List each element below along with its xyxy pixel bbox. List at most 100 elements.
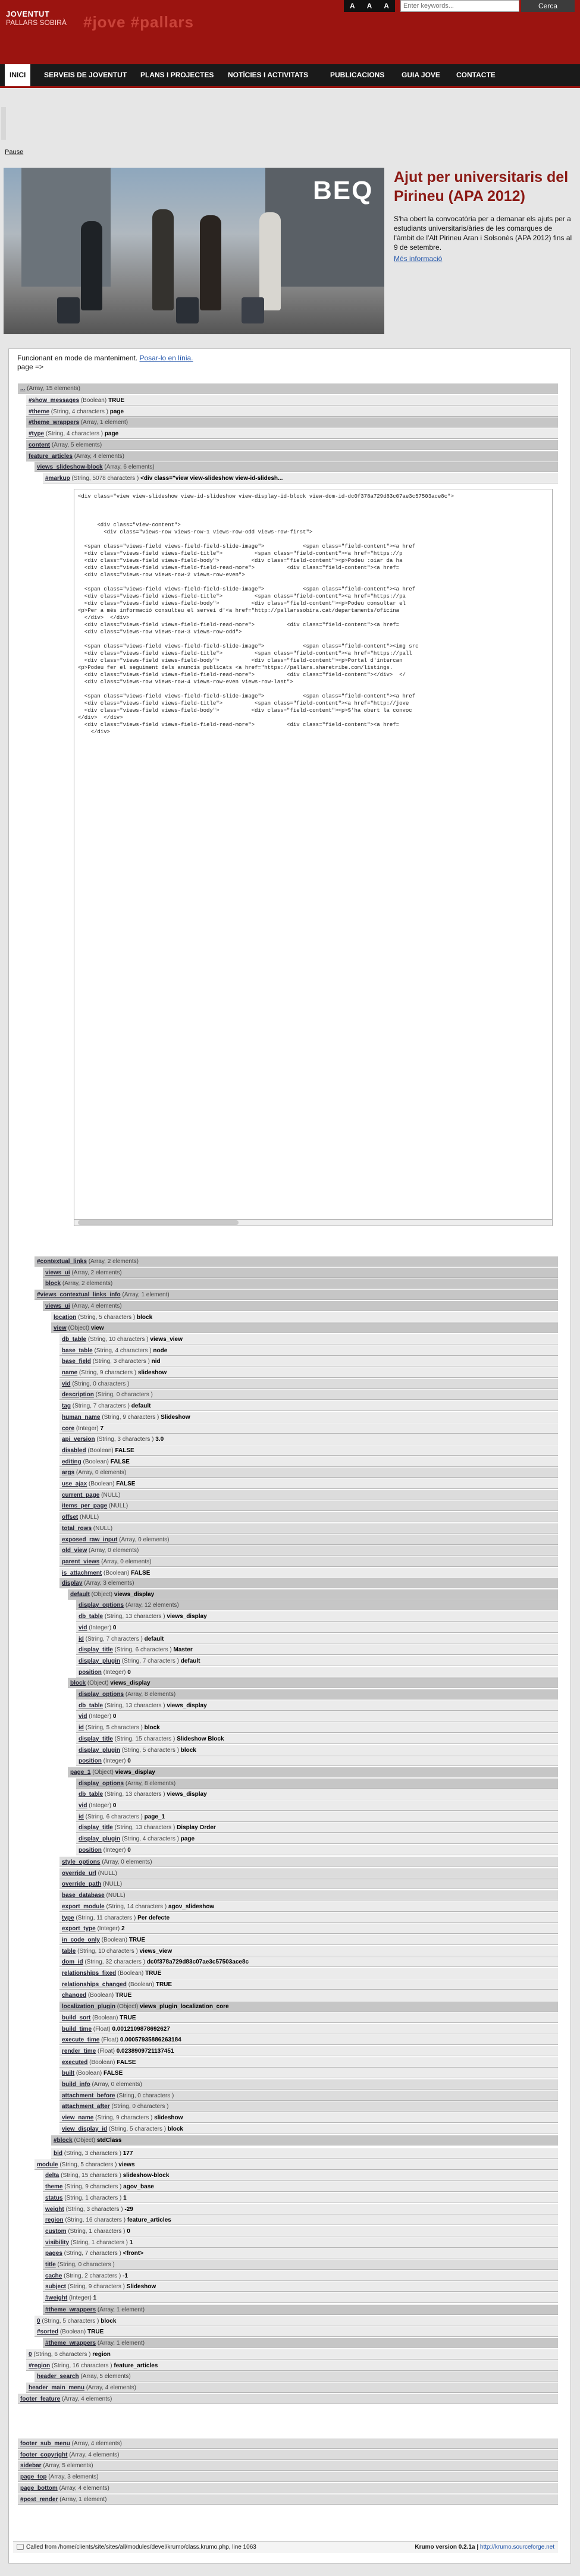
krumo-row[interactable]: vid (Integer) 0: [76, 1622, 558, 1633]
krumo-row[interactable]: table (String, 10 characters ) views_vie…: [59, 1946, 558, 1956]
krumo-row[interactable]: export_type (Integer) 2: [59, 1923, 558, 1934]
krumo-key[interactable]: export_module: [62, 1903, 105, 1910]
krumo-row[interactable]: theme (String, 9 characters ) agov_base: [43, 2181, 558, 2192]
font-medium-button[interactable]: A: [367, 2, 372, 10]
krumo-row[interactable]: custom (String, 1 characters ) 0: [43, 2226, 558, 2236]
krumo-key[interactable]: position: [79, 1847, 102, 1854]
krumo-key[interactable]: dom_id: [62, 1959, 83, 1965]
search-button[interactable]: Cerca: [521, 0, 575, 12]
krumo-key[interactable]: #region: [29, 2363, 50, 2369]
krumo-row[interactable]: footer_sub_menu (Array, 4 elements): [18, 2438, 558, 2449]
krumo-row[interactable]: #block (Object) stdClass: [51, 2135, 558, 2145]
krumo-row[interactable]: db_table (String, 13 characters ) views_…: [76, 1789, 558, 1799]
krumo-row[interactable]: cache (String, 2 characters ) -1: [43, 2270, 558, 2281]
krumo-key[interactable]: theme: [45, 2184, 62, 2190]
krumo-key[interactable]: old_view: [62, 1547, 87, 1554]
krumo-key[interactable]: is_attachment: [62, 1570, 102, 1576]
krumo-key[interactable]: display_plugin: [79, 1747, 120, 1754]
krumo-key[interactable]: build_sort: [62, 2015, 90, 2021]
krumo-key[interactable]: #type: [29, 431, 44, 437]
krumo-row[interactable]: header_main_menu (Array, 4 elements): [26, 2382, 558, 2393]
krumo-key[interactable]: exposed_raw_input: [62, 1537, 117, 1543]
krumo-key[interactable]: view_display_id: [62, 2126, 107, 2132]
krumo-row[interactable]: use_ajax (Boolean) FALSE: [59, 1478, 558, 1489]
krumo-key[interactable]: default: [70, 1591, 90, 1598]
krumo-row[interactable]: id (String, 7 characters ) default: [76, 1633, 558, 1644]
krumo-row[interactable]: views_ui (Array, 2 elements): [43, 1267, 558, 1278]
slideshow-pause-link[interactable]: Pause: [5, 149, 23, 156]
krumo-key[interactable]: id: [79, 1636, 84, 1642]
krumo-row[interactable]: parent_views (Array, 0 elements): [59, 1556, 558, 1567]
krumo-row[interactable]: footer_copyright (Array, 4 elements): [18, 2449, 558, 2460]
krumo-key[interactable]: style_options: [62, 1859, 100, 1865]
krumo-link[interactable]: http://krumo.sourceforge.net: [480, 2544, 554, 2550]
krumo-key[interactable]: block: [70, 1680, 86, 1686]
krumo-row[interactable]: module (String, 5 characters ) views: [35, 2159, 558, 2170]
krumo-key[interactable]: db_table: [79, 1702, 103, 1709]
krumo-row[interactable]: base_field (String, 3 characters ) nid: [59, 1356, 558, 1366]
krumo-key[interactable]: db_table: [79, 1613, 103, 1620]
krumo-key[interactable]: disabled: [62, 1447, 86, 1454]
nav-item-publicacions[interactable]: PUBLICACIONS: [330, 64, 384, 86]
krumo-key[interactable]: base_field: [62, 1358, 91, 1365]
krumo-key[interactable]: vid: [79, 1713, 87, 1720]
krumo-key[interactable]: display_plugin: [79, 1836, 120, 1842]
krumo-row[interactable]: override_url (NULL): [59, 1868, 558, 1878]
krumo-key[interactable]: #theme_wrappers: [45, 2307, 96, 2313]
krumo-row[interactable]: display_options (Array, 8 elements): [76, 1778, 558, 1789]
krumo-key[interactable]: current_page: [62, 1492, 99, 1499]
krumo-row[interactable]: executed (Boolean) FALSE: [59, 2057, 558, 2068]
nav-item-noticies[interactable]: NOTÍCIES I ACTIVITATS: [228, 64, 308, 86]
krumo-row[interactable]: view_display_id (String, 5 characters ) …: [59, 2123, 558, 2134]
krumo-key[interactable]: execute_time: [62, 2037, 99, 2043]
krumo-row[interactable]: db_table (String, 13 characters ) views_…: [76, 1700, 558, 1711]
krumo-key[interactable]: weight: [45, 2206, 64, 2213]
markup-code-box[interactable]: <div class="view view-slideshow view-id-…: [74, 489, 553, 1226]
nav-item-contacte[interactable]: CONTACTE: [456, 64, 496, 86]
krumo-row[interactable]: old_view (Array, 0 elements): [59, 1545, 558, 1556]
krumo-row[interactable]: position (Integer) 0: [76, 1667, 558, 1677]
krumo-key[interactable]: name: [62, 1369, 77, 1376]
krumo-row[interactable]: #views_contextual_links_info (Array, 1 e…: [35, 1289, 558, 1300]
krumo-key[interactable]: #post_render: [20, 2496, 58, 2503]
krumo-row[interactable]: location (String, 5 characters ) block: [51, 1312, 558, 1322]
krumo-key[interactable]: footer_sub_menu: [20, 2440, 70, 2447]
krumo-row[interactable]: override_path (NULL): [59, 1878, 558, 1889]
krumo-row[interactable]: position (Integer) 0: [76, 1845, 558, 1855]
krumo-key[interactable]: pages: [45, 2250, 62, 2257]
krumo-key[interactable]: export_type: [62, 1925, 96, 1932]
krumo-key[interactable]: base_table: [62, 1347, 93, 1354]
krumo-row[interactable]: page_bottom (Array, 4 elements): [18, 2483, 558, 2493]
krumo-key[interactable]: delta: [45, 2172, 59, 2179]
krumo-key[interactable]: in_code_only: [62, 1937, 100, 1943]
krumo-key[interactable]: build_info: [62, 2081, 90, 2088]
krumo-key[interactable]: page_top: [20, 2474, 46, 2480]
krumo-row[interactable]: block (Object) views_display: [68, 1677, 558, 1688]
krumo-key[interactable]: visibility: [45, 2239, 69, 2246]
krumo-row[interactable]: build_sort (Boolean) TRUE: [59, 2012, 558, 2023]
krumo-key[interactable]: footer_copyright: [20, 2452, 67, 2458]
krumo-row[interactable]: human_name (String, 9 characters ) Slide…: [59, 1412, 558, 1422]
krumo-key[interactable]: cache: [45, 2273, 62, 2279]
krumo-row[interactable]: views_ui (Array, 4 elements): [43, 1300, 558, 1311]
slideshow-image[interactable]: BEQ: [4, 168, 384, 334]
krumo-row[interactable]: id (String, 6 characters ) page_1: [76, 1811, 558, 1822]
krumo-row[interactable]: current_page (NULL): [59, 1490, 558, 1500]
krumo-row[interactable]: total_rows (NULL): [59, 1523, 558, 1534]
krumo-key[interactable]: header_main_menu: [29, 2385, 84, 2391]
krumo-row[interactable]: #show_messages (Boolean) TRUE: [26, 395, 558, 406]
krumo-key[interactable]: views_ui: [45, 1303, 70, 1309]
krumo-row[interactable]: vid (Integer) 0: [76, 1800, 558, 1811]
krumo-key[interactable]: block: [45, 1280, 61, 1287]
krumo-row[interactable]: feature_articles (Array, 4 elements): [26, 451, 558, 461]
krumo-key[interactable]: display: [62, 1580, 82, 1587]
krumo-key[interactable]: view_name: [62, 2115, 93, 2121]
krumo-row[interactable]: display_title (String, 13 characters ) D…: [76, 1822, 558, 1833]
krumo-row[interactable]: view (Object) view: [51, 1322, 558, 1333]
krumo-key[interactable]: bid: [54, 2150, 62, 2157]
krumo-key[interactable]: id: [79, 1814, 84, 1820]
krumo-row[interactable]: #theme_wrappers (Array, 1 element): [43, 2338, 558, 2348]
krumo-key[interactable]: description: [62, 1391, 94, 1398]
krumo-key[interactable]: attachment_after: [62, 2103, 110, 2110]
krumo-row[interactable]: default (Object) views_display: [68, 1589, 558, 1600]
